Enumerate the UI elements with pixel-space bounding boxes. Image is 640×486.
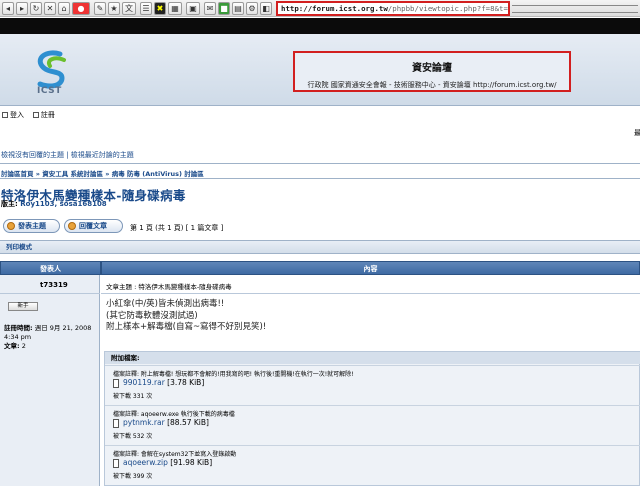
address-bar-tail [512, 5, 638, 13]
joined-date: 週日 9月 21, 2008 [34, 324, 92, 332]
mail-icon[interactable]: ✉ [204, 2, 216, 15]
bookmark-icon[interactable]: ★ [108, 2, 120, 15]
posts-label: 文章: [4, 342, 20, 350]
new-topic-button[interactable]: 發表主題 [3, 219, 60, 233]
reply-button[interactable]: 回覆文章 [64, 219, 123, 233]
divider [0, 178, 640, 179]
attachment-comment: 檔案註釋: 會解在system32下並寫入登錄啟動 [113, 451, 237, 458]
attachment-size: [88.57 KiB] [167, 418, 209, 427]
moderator-links[interactable]: Roy1103, sosa168108 [20, 200, 106, 208]
green-icon[interactable]: ■ [218, 2, 230, 15]
quick-links[interactable]: 檢視沒有回覆的主題 | 檢視最近討論的主題 [1, 150, 134, 160]
attachment-file: pytnmk.rar [88.57 KiB] [113, 418, 209, 428]
post-body: 小紅傘(中/英)皆未偵測出病毒!! (其它防毒軟體沒測試過) 附上樣本+解毒檔(… [106, 299, 266, 334]
attachment-item: 檔案註釋: 會解在system32下並寫入登錄啟動 aqoeerw.zip [9… [105, 445, 640, 481]
posts-count: 2 [21, 342, 26, 350]
new-topic-label: 發表主題 [18, 222, 46, 230]
post-subject: 文章主題 : 特洛伊木馬變種樣本-隨身碟病毒 [106, 283, 232, 291]
attachment-item: 檔案註釋: aqoeerw.exe 執行後下載的病毒檔 pytnmk.rar [… [105, 405, 640, 441]
login-icon [2, 112, 8, 118]
content-column-header: 內容 [101, 261, 640, 275]
site-title-box: 資安論壇 行政院 國家資通安全會報 - 技術服務中心 - 資安論壇 http:/… [293, 51, 571, 92]
attachment-item: 檔案註釋: 附上解毒檔! 想玩都不會解的!用我寫的吧! 執行後!重開機!在執行一… [105, 365, 640, 401]
attachment-downloads: 被下載 532 次 [113, 433, 153, 440]
joined-time: 4:34 pm [4, 333, 32, 341]
extension-icon[interactable]: ▦ [168, 2, 182, 15]
register-icon [32, 112, 39, 118]
attachment-comment: 檔案註釋: 附上解毒檔! 想玩都不會解的!用我寫的吧! 執行後!重開機!在執行一… [113, 371, 354, 378]
author-name[interactable]: t73319 [40, 281, 68, 289]
url-host: http://forum.icst.org.tw [281, 4, 388, 13]
post-line: 小紅傘(中/英)皆未偵測出病毒!! [106, 299, 225, 309]
login-link[interactable]: 登入 [10, 111, 24, 119]
forward-icon[interactable]: ▸ [16, 2, 28, 15]
reply-icon [68, 222, 76, 230]
post-line: 附上樣本+解毒檔(自寫~寫得不好別見笑)! [106, 322, 267, 332]
print-mode-link[interactable]: 列印模式 [0, 240, 640, 254]
stop-icon[interactable]: ✕ [44, 2, 56, 15]
file-icon [113, 378, 119, 388]
settings-icon[interactable]: ⚙ [246, 2, 258, 15]
site-description: 行政院 國家資通安全會報 - 技術服務中心 - 資安論壇 http://foru… [307, 81, 557, 89]
new-topic-icon [7, 222, 15, 230]
attachment-link[interactable]: aqoeerw.zip [123, 458, 168, 467]
divider [0, 163, 640, 164]
screenshot-icon[interactable]: ▣ [186, 2, 200, 15]
author-info: 註冊時間: 週日 9月 21, 2008 4:34 pm 文章: 2 [4, 324, 91, 351]
site-header: ICST 資安論壇 行政院 國家資通安全會報 - 技術服務中心 - 資安論壇 h… [0, 34, 640, 106]
attachment-downloads: 被下載 331 次 [113, 393, 153, 400]
attachment-link[interactable]: pytnmk.rar [123, 418, 165, 427]
attachments-box: 附加檔案: 檔案註釋: 附上解毒檔! 想玩都不會解的!用我寫的吧! 執行後!重開… [104, 351, 640, 486]
register-link[interactable]: 註冊 [41, 111, 55, 119]
favicon-icon: ◧ [260, 2, 272, 15]
address-bar[interactable]: http://forum.icst.org.tw/phpbb/viewtopic… [276, 1, 510, 16]
attachments-header: 附加檔案: [105, 352, 640, 364]
attachment-file: 990119.rar [3.78 KiB] [113, 378, 204, 388]
close-x-icon[interactable]: ✖ [154, 2, 166, 15]
adblock-icon[interactable]: ● [72, 2, 90, 15]
translate-icon[interactable]: 文 [122, 2, 136, 15]
share-icon[interactable]: ☰ [140, 2, 152, 15]
author-column-header: 發表人 [0, 261, 101, 275]
redacted-bar [0, 18, 640, 34]
truncated-text: 最 [634, 129, 640, 137]
file-icon [113, 458, 119, 468]
breadcrumb[interactable]: 討論區首頁 » 資安工具 系統討論區 » 病毒 防毒 (AntiVirus) 討… [1, 168, 204, 178]
attachment-link[interactable]: 990119.rar [123, 378, 165, 387]
tool-icon[interactable]: ✎ [94, 2, 106, 15]
divider [101, 293, 640, 294]
back-icon[interactable]: ◂ [2, 2, 14, 15]
divider [0, 293, 100, 294]
file-icon [113, 418, 119, 428]
author-panel: t73319 新手 註冊時間: 週日 9月 21, 2008 4:34 pm 文… [0, 275, 100, 486]
post-panel: 文章主題 : 特洛伊木馬變種樣本-隨身碟病毒 小紅傘(中/英)皆未偵測出病毒!!… [101, 275, 640, 486]
joined-label: 註冊時間: [4, 324, 33, 332]
logo-text: ICST [37, 86, 62, 96]
reload-icon[interactable]: ↻ [30, 2, 42, 15]
moderators: 版主: Roy1103, sosa168108 [1, 199, 107, 209]
attachment-file: aqoeerw.zip [91.98 KiB] [113, 458, 212, 468]
page-icon[interactable]: ▤ [232, 2, 244, 15]
home-icon[interactable]: ⌂ [58, 2, 70, 15]
user-bar: 登入 註冊 [0, 108, 640, 122]
url-path: /phpbb/viewtopic.php?f=8&t=17759 [387, 4, 508, 13]
attachment-size: [91.98 KiB] [170, 458, 213, 467]
rank-badge: 新手 [8, 302, 38, 311]
moderators-label: 版主: [1, 200, 18, 208]
attachment-size: [3.78 KiB] [167, 378, 205, 387]
browser-toolbar: ◂ ▸ ↻ ✕ ⌂ ● ✎ ★ 文 ☰ ✖ ▦ ▣ ✉ ■ ▤ ⚙ ◧ http… [0, 0, 640, 17]
attachment-comment: 檔案註釋: aqoeerw.exe 執行後下載的病毒檔 [113, 411, 235, 418]
post-line: (其它防毒軟體沒測試過) [106, 310, 198, 321]
page-info: 第 1 頁 (共 1 頁) [ 1 篇文章 ] [130, 224, 224, 232]
site-title: 資安論壇 [412, 63, 452, 74]
reply-label: 回覆文章 [79, 222, 107, 230]
attachment-downloads: 被下載 399 次 [113, 473, 153, 480]
